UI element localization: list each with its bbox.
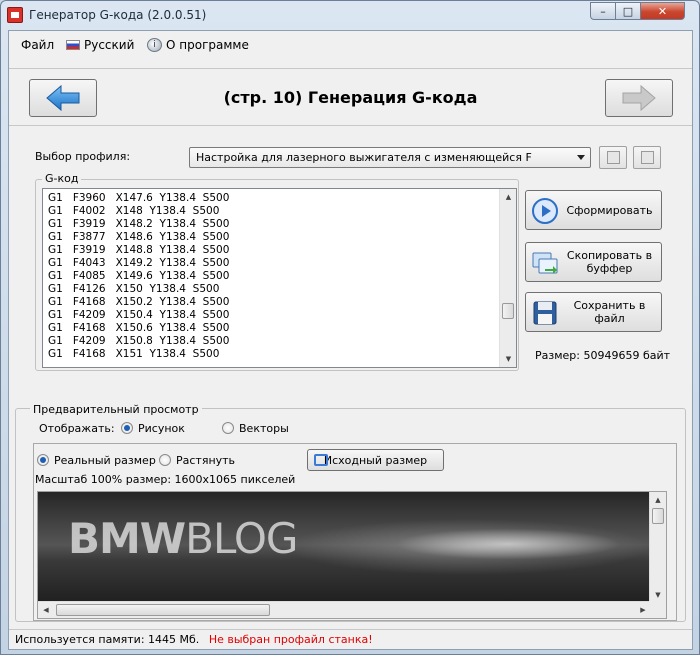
image-preview[interactable]: BMWBLOG ▲ ▼ ◀ ▶	[37, 491, 667, 619]
menu-about-label: О программе	[166, 38, 249, 52]
close-icon: ✕	[657, 4, 668, 18]
app-icon	[7, 7, 23, 23]
profile-selected-value: Настройка для лазерного выжигателя с изм…	[196, 151, 532, 164]
memory-label: Используется памяти:	[15, 633, 145, 646]
generate-button[interactable]: Сформировать	[525, 190, 662, 230]
profile-label: Выбор профиля:	[35, 150, 131, 163]
play-icon	[532, 198, 558, 224]
generate-label: Сформировать	[566, 203, 653, 217]
gcode-line: G1 F4043 X149.2 Y138.4 S500	[48, 257, 230, 269]
gcode-lines: G1 F3960 X147.6 Y138.4 S500 G1 F4002 X148…	[48, 192, 229, 361]
gcode-scrollbar[interactable]: ▲ ▼	[499, 189, 516, 367]
scroll-up-icon[interactable]: ▲	[650, 492, 666, 508]
radio-unselected-icon	[222, 422, 234, 434]
error-message: Не выбран профайл станка!	[208, 633, 373, 646]
scrollbar-corner	[649, 601, 666, 618]
original-size-label: Исходный размер	[323, 453, 428, 467]
minimize-button[interactable]: –	[590, 2, 616, 20]
scrollbar-thumb[interactable]	[56, 604, 270, 616]
wizard-header: (стр. 10) Генерация G-кода	[9, 68, 692, 126]
save-to-file-button[interactable]: Сохранить в файл	[525, 292, 662, 332]
maximize-icon: □	[622, 4, 634, 18]
save-profile-icon	[607, 151, 620, 164]
menu-about[interactable]: i О программе	[147, 38, 249, 52]
gcode-line: G1 F4209 X150.8 Y138.4 S500	[48, 335, 230, 347]
scroll-down-icon[interactable]: ▼	[500, 351, 516, 367]
mode-vectors-radio[interactable]: Векторы	[222, 422, 289, 435]
profile-select[interactable]: Настройка для лазерного выжигателя с изм…	[189, 147, 591, 168]
stretch-radio[interactable]: Растянуть	[159, 454, 235, 467]
copy-to-clipboard-button[interactable]: Скопировать в буффер	[525, 242, 662, 282]
menu-language[interactable]: Русский	[66, 38, 134, 52]
image-vertical-scrollbar[interactable]: ▲ ▼	[649, 492, 666, 603]
floppy-disk-icon	[533, 301, 557, 325]
menu-bar: Файл Русский i О программе	[9, 31, 692, 59]
gcode-line: G1 F4209 X150.4 Y138.4 S500	[48, 309, 230, 321]
close-button[interactable]: ✕	[640, 2, 685, 20]
menu-file-label: Файл	[21, 38, 55, 52]
window-title: Генератор G-кода (2.0.0.51)	[29, 8, 207, 22]
file-size-readout: Размер: 50949659 байт	[535, 349, 670, 362]
memory-unit: Мб.	[179, 633, 200, 646]
gcode-line: G1 F3960 X147.6 Y138.4 S500	[48, 192, 230, 204]
minimize-icon: –	[600, 4, 606, 18]
original-size-button[interactable]: Исходный размер	[307, 449, 444, 471]
gcode-textarea[interactable]: G1 F3960 X147.6 Y138.4 S500 G1 F4002 X148…	[42, 188, 517, 368]
menu-language-label: Русский	[84, 38, 135, 52]
gcode-line: G1 F3919 X148.8 Y138.4 S500	[48, 244, 230, 256]
chevron-down-icon	[577, 155, 585, 160]
gcode-line: G1 F4126 X150 Y138.4 S500	[48, 283, 220, 295]
about-icon: i	[147, 38, 162, 52]
fit-size-icon	[314, 454, 328, 466]
edit-profile-icon	[641, 151, 654, 164]
profile-edit-button[interactable]	[633, 146, 661, 169]
display-label: Отображать:	[39, 422, 115, 435]
radio-selected-icon	[121, 422, 133, 434]
scrollbar-thumb[interactable]	[502, 303, 514, 319]
watermark-logo: BMWBLOG	[68, 514, 298, 563]
size-value: 50949659 байт	[583, 349, 671, 362]
size-label: Размер:	[535, 349, 580, 362]
stretch-label: Растянуть	[176, 454, 236, 467]
gcode-line: G1 F4168 X150.6 Y138.4 S500	[48, 322, 230, 334]
mode-picture-radio[interactable]: Рисунок	[121, 422, 185, 435]
scroll-left-icon[interactable]: ◀	[38, 602, 54, 618]
title-bar[interactable]: Генератор G-кода (2.0.0.51) – □ ✕	[1, 1, 699, 29]
profile-settings-button[interactable]	[599, 146, 627, 169]
real-size-radio[interactable]: Реальный размер	[37, 454, 156, 467]
radio-unselected-icon	[159, 454, 171, 466]
gcode-line: G1 F4002 X148 Y138.4 S500	[48, 205, 220, 217]
russian-flag-icon	[66, 40, 80, 50]
status-bar: Используется памяти: 1445 Мб. Не выбран …	[9, 629, 692, 649]
scale-info: Масштаб 100% размер: 1600x1065 пикселей	[35, 473, 296, 486]
real-size-label: Реальный размер	[54, 454, 156, 467]
image-horizontal-scrollbar[interactable]: ◀ ▶	[38, 601, 651, 618]
gcode-line: G1 F4168 X151 Y138.4 S500	[48, 348, 220, 360]
page-title: (стр. 10) Генерация G-кода	[223, 88, 478, 107]
menu-file[interactable]: Файл	[21, 38, 54, 52]
mode-picture-label: Рисунок	[138, 422, 185, 435]
preview-image: BMWBLOG	[38, 492, 651, 602]
radio-selected-icon	[37, 454, 49, 466]
scroll-up-icon[interactable]: ▲	[500, 189, 516, 205]
mode-vectors-label: Векторы	[239, 422, 289, 435]
gcode-line: G1 F4085 X149.6 Y138.4 S500	[48, 270, 230, 282]
copy-label: Скопировать в буффер	[566, 249, 653, 275]
save-label: Сохранить в файл	[573, 299, 646, 325]
copy-clipboard-icon	[532, 252, 558, 274]
gcode-legend: G-код	[42, 172, 82, 185]
next-button[interactable]	[605, 79, 673, 117]
arrow-right-icon	[622, 84, 656, 112]
maximize-button[interactable]: □	[615, 2, 641, 20]
watermark-light: BLOG	[185, 514, 298, 563]
watermark-bold: BMW	[68, 514, 186, 563]
gcode-line: G1 F4168 X150.2 Y138.4 S500	[48, 296, 230, 308]
app-window: Генератор G-кода (2.0.0.51) – □ ✕ Файл Р…	[0, 0, 700, 655]
preview-legend: Предварительный просмотр	[30, 403, 202, 416]
client-area: Файл Русский i О программе (стр. 10) Гене…	[8, 30, 693, 650]
gcode-line: G1 F3877 X148.6 Y138.4 S500	[48, 231, 230, 243]
gcode-line: G1 F3919 X148.2 Y138.4 S500	[48, 218, 230, 230]
scrollbar-thumb[interactable]	[652, 508, 664, 524]
memory-value: 1445	[148, 633, 177, 646]
